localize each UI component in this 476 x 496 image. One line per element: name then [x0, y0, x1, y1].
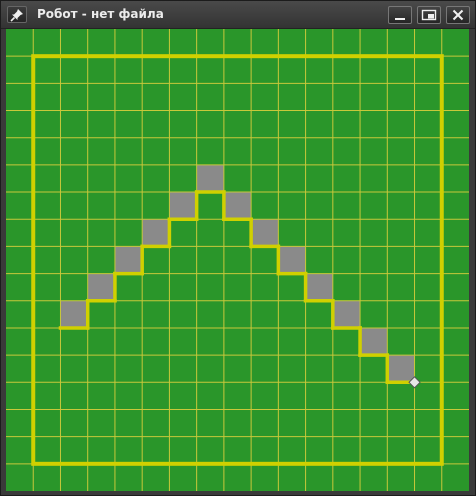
restore-button[interactable]: [417, 6, 441, 24]
restore-icon: [421, 9, 437, 21]
painted-cell: [114, 246, 143, 274]
painted-cell: [278, 246, 306, 274]
painted-cell: [305, 273, 333, 301]
pin-button[interactable]: [7, 6, 27, 23]
painted-cell: [142, 219, 170, 247]
close-button[interactable]: [446, 6, 470, 24]
robot-field[interactable]: [6, 29, 469, 491]
painted-cell: [60, 300, 88, 328]
field-canvas[interactable]: [6, 29, 469, 491]
pin-icon: [10, 9, 23, 22]
window-title: Робот - нет файла: [37, 7, 164, 21]
painted-cell: [360, 327, 388, 356]
minimize-icon: [395, 18, 405, 20]
painted-cell: [87, 273, 115, 301]
title-bar[interactable]: Робот - нет файла: [1, 1, 475, 29]
robot-window: Робот - нет файла: [0, 0, 476, 496]
minimize-button[interactable]: [388, 6, 412, 24]
painted-cell: [387, 355, 415, 383]
painted-cell: [251, 219, 279, 247]
close-icon: [452, 9, 464, 21]
painted-cell: [169, 192, 197, 220]
field-background: [6, 29, 469, 491]
painted-cell: [332, 300, 361, 328]
painted-cell: [196, 164, 224, 193]
painted-cell: [223, 192, 252, 220]
